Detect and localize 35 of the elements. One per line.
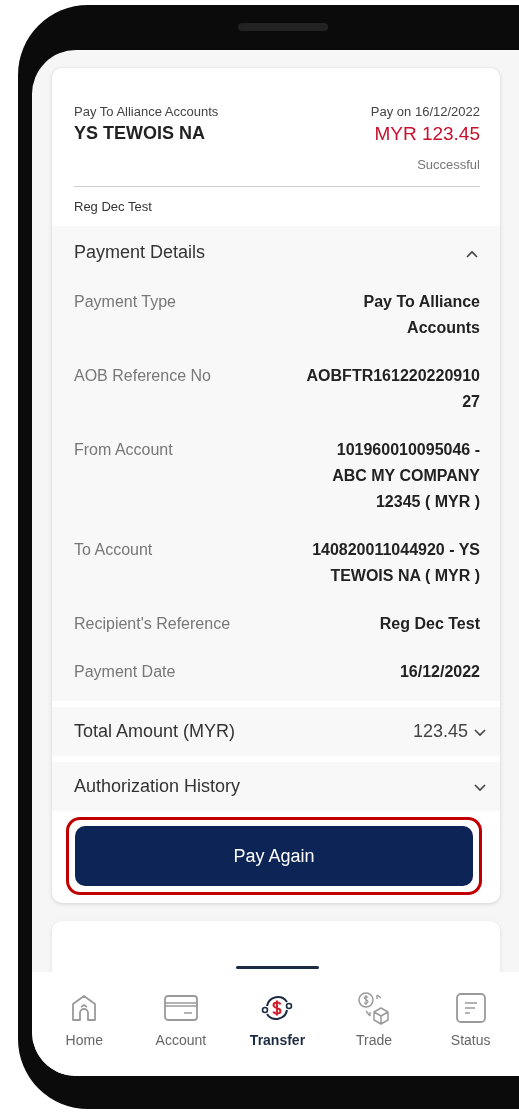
detail-label: Recipient's Reference — [74, 614, 231, 634]
detail-value: 101960010095046 - ABC MY COMPANY 12345 ( MYR ) — [331, 440, 480, 512]
nav-tab[interactable]: Transfer — [245, 972, 310, 1076]
detail-label: Payment Date — [74, 662, 176, 682]
detail-value: 16/12/2022 — [398, 662, 480, 682]
payee-name: YS TEWOIS NA — [74, 123, 206, 144]
dollar-exchange-icon — [261, 994, 294, 1022]
detail-label: Payment Type — [74, 292, 176, 312]
nav-tab[interactable]: Trade — [352, 972, 397, 1076]
nav-tab[interactable]: Account — [151, 972, 211, 1076]
details-header[interactable]: Payment Details — [52, 226, 500, 279]
detail-value: AOBFTR16122022091027 — [305, 366, 480, 412]
authorization-history-row[interactable]: Authorization History — [52, 762, 500, 811]
nav-tab[interactable]: Status — [446, 972, 495, 1076]
payment-date-caption: Pay on 16/12/2022 — [370, 104, 480, 119]
total-amount-row[interactable]: Total Amount (MYR) 123.45 — [52, 707, 500, 756]
card-icon — [163, 995, 198, 1021]
nav-tab[interactable]: Home — [61, 972, 107, 1076]
detail-value: 140820011044920 - YS TEWOIS NA ( MYR ) — [311, 540, 480, 586]
detail-label: AOB Reference No — [74, 366, 211, 386]
payment-amount: MYR 123.45 — [374, 123, 480, 145]
document-icon — [455, 993, 486, 1023]
detail-value: Reg Dec Test — [378, 614, 480, 634]
chevron-down-icon — [474, 783, 486, 792]
home-icon — [71, 994, 98, 1022]
payment-status: Successful — [417, 157, 480, 172]
pay-again-button[interactable]: Pay Again — [75, 826, 473, 886]
dollar-box-icon — [357, 991, 392, 1025]
chevron-up-icon — [466, 250, 478, 258]
detail-label: To Account — [74, 540, 153, 560]
detail-label: From Account — [74, 440, 173, 460]
chevron-down-icon — [474, 729, 486, 737]
detail-value: Pay To Alliance Accounts — [362, 292, 480, 338]
reference-note: Reg Dec Test — [73, 198, 153, 216]
payment-type-caption: Pay To Alliance Accounts — [74, 104, 219, 119]
